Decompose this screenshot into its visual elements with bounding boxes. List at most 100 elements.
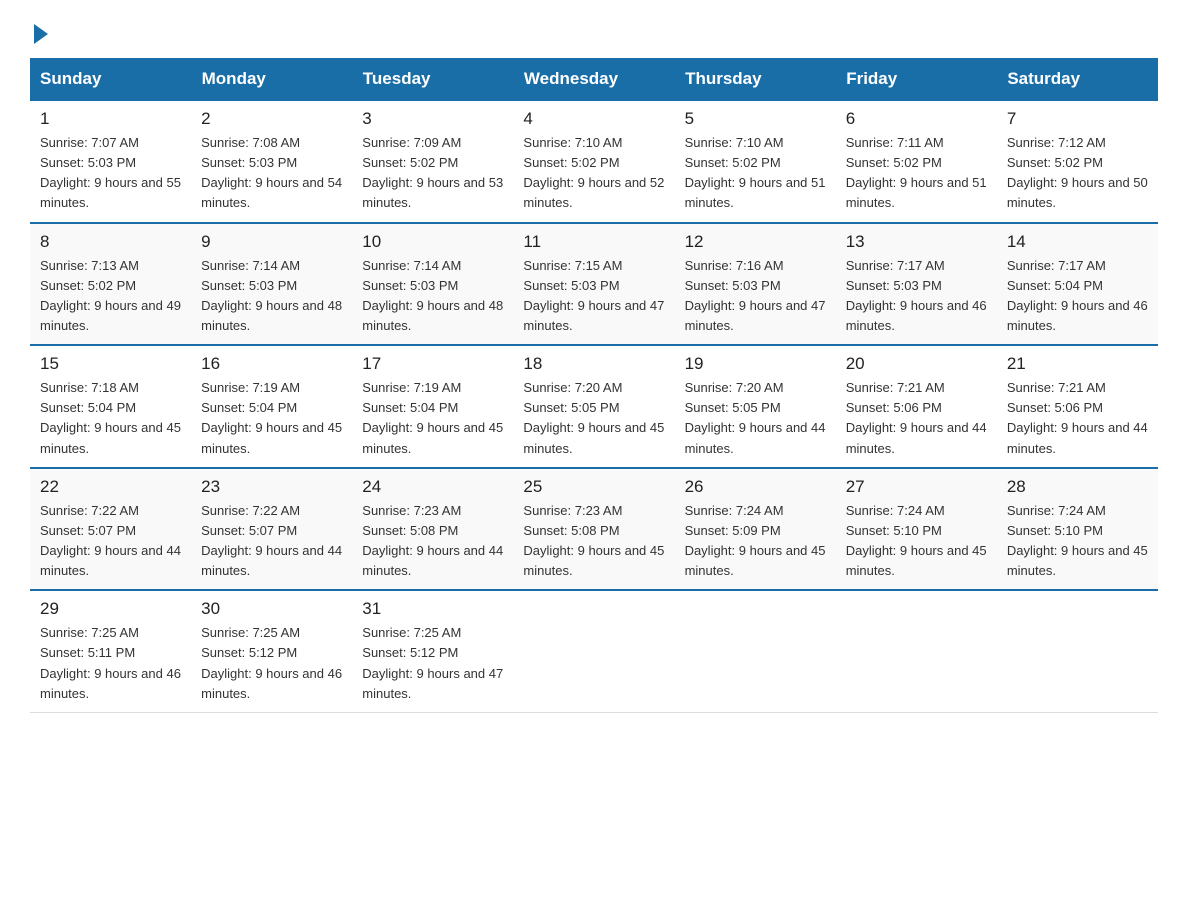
day-info: Sunrise: 7:09 AMSunset: 5:02 PMDaylight:… [362, 133, 503, 214]
calendar-week-row: 1Sunrise: 7:07 AMSunset: 5:03 PMDaylight… [30, 100, 1158, 223]
day-info: Sunrise: 7:25 AMSunset: 5:11 PMDaylight:… [40, 623, 181, 704]
day-info: Sunrise: 7:20 AMSunset: 5:05 PMDaylight:… [523, 378, 664, 459]
calendar-cell: 25 Sunrise: 7:23 AMSunset: 5:08 PMDayligh… [513, 468, 674, 591]
day-info: Sunrise: 7:24 AMSunset: 5:09 PMDaylight:… [685, 501, 826, 582]
calendar-week-row: 29Sunrise: 7:25 AMSunset: 5:11 PMDayligh… [30, 590, 1158, 712]
day-number: 18 [523, 354, 664, 374]
calendar-cell: 11 Sunrise: 7:15 AMSunset: 5:03 PMDayligh… [513, 223, 674, 346]
day-info: Sunrise: 7:10 AMSunset: 5:02 PMDaylight:… [685, 133, 826, 214]
day-info: Sunrise: 7:24 AMSunset: 5:10 PMDaylight:… [1007, 501, 1148, 582]
calendar-cell: 30Sunrise: 7:25 AMSunset: 5:12 PMDayligh… [191, 590, 352, 712]
day-number: 13 [846, 232, 987, 252]
calendar-cell [513, 590, 674, 712]
calendar-cell: 7Sunrise: 7:12 AMSunset: 5:02 PMDaylight… [997, 100, 1158, 223]
day-info: Sunrise: 7:20 AMSunset: 5:05 PMDaylight:… [685, 378, 826, 459]
day-info: Sunrise: 7:23 AMSunset: 5:08 PMDaylight:… [362, 501, 503, 582]
day-number: 16 [201, 354, 342, 374]
weekday-header-row: SundayMondayTuesdayWednesdayThursdayFrid… [30, 59, 1158, 101]
calendar-cell: 29Sunrise: 7:25 AMSunset: 5:11 PMDayligh… [30, 590, 191, 712]
day-info: Sunrise: 7:11 AMSunset: 5:02 PMDaylight:… [846, 133, 987, 214]
day-number: 25 [523, 477, 664, 497]
day-number: 21 [1007, 354, 1148, 374]
day-number: 22 [40, 477, 181, 497]
logo [30, 20, 48, 40]
day-number: 11 [523, 232, 664, 252]
day-info: Sunrise: 7:21 AMSunset: 5:06 PMDaylight:… [846, 378, 987, 459]
logo-arrow-icon [34, 24, 48, 44]
day-number: 15 [40, 354, 181, 374]
day-number: 9 [201, 232, 342, 252]
calendar-cell: 22 Sunrise: 7:22 AMSunset: 5:07 PMDayligh… [30, 468, 191, 591]
day-number: 20 [846, 354, 987, 374]
calendar-cell [997, 590, 1158, 712]
calendar-cell: 5Sunrise: 7:10 AMSunset: 5:02 PMDaylight… [675, 100, 836, 223]
weekday-header-thursday: Thursday [675, 59, 836, 101]
calendar-cell: 3Sunrise: 7:09 AMSunset: 5:02 PMDaylight… [352, 100, 513, 223]
calendar-week-row: 22 Sunrise: 7:22 AMSunset: 5:07 PMDayligh… [30, 468, 1158, 591]
calendar-cell: 21 Sunrise: 7:21 AMSunset: 5:06 PMDayligh… [997, 345, 1158, 468]
day-number: 31 [362, 599, 503, 619]
day-info: Sunrise: 7:19 AMSunset: 5:04 PMDaylight:… [201, 378, 342, 459]
day-info: Sunrise: 7:22 AMSunset: 5:07 PMDaylight:… [40, 501, 181, 582]
day-info: Sunrise: 7:12 AMSunset: 5:02 PMDaylight:… [1007, 133, 1148, 214]
calendar-cell: 31 Sunrise: 7:25 AMSunset: 5:12 PMDayligh… [352, 590, 513, 712]
day-number: 17 [362, 354, 503, 374]
weekday-header-wednesday: Wednesday [513, 59, 674, 101]
day-number: 2 [201, 109, 342, 129]
day-info: Sunrise: 7:10 AMSunset: 5:02 PMDaylight:… [523, 133, 664, 214]
page-header [30, 20, 1158, 40]
day-number: 14 [1007, 232, 1148, 252]
calendar-cell: 23 Sunrise: 7:22 AMSunset: 5:07 PMDayligh… [191, 468, 352, 591]
day-info: Sunrise: 7:16 AMSunset: 5:03 PMDaylight:… [685, 256, 826, 337]
calendar-cell [675, 590, 836, 712]
day-info: Sunrise: 7:15 AMSunset: 5:03 PMDaylight:… [523, 256, 664, 337]
day-info: Sunrise: 7:25 AMSunset: 5:12 PMDaylight:… [362, 623, 503, 704]
calendar-cell: 14 Sunrise: 7:17 AMSunset: 5:04 PMDayligh… [997, 223, 1158, 346]
day-number: 12 [685, 232, 826, 252]
calendar-cell: 13 Sunrise: 7:17 AMSunset: 5:03 PMDayligh… [836, 223, 997, 346]
calendar-cell: 10 Sunrise: 7:14 AMSunset: 5:03 PMDayligh… [352, 223, 513, 346]
calendar-table: SundayMondayTuesdayWednesdayThursdayFrid… [30, 58, 1158, 713]
day-info: Sunrise: 7:23 AMSunset: 5:08 PMDaylight:… [523, 501, 664, 582]
calendar-cell: 24 Sunrise: 7:23 AMSunset: 5:08 PMDayligh… [352, 468, 513, 591]
day-info: Sunrise: 7:24 AMSunset: 5:10 PMDaylight:… [846, 501, 987, 582]
calendar-cell: 15 Sunrise: 7:18 AMSunset: 5:04 PMDayligh… [30, 345, 191, 468]
day-number: 23 [201, 477, 342, 497]
calendar-cell: 8 Sunrise: 7:13 AMSunset: 5:02 PMDaylight… [30, 223, 191, 346]
day-number: 28 [1007, 477, 1148, 497]
day-info: Sunrise: 7:19 AMSunset: 5:04 PMDaylight:… [362, 378, 503, 459]
calendar-cell: 2Sunrise: 7:08 AMSunset: 5:03 PMDaylight… [191, 100, 352, 223]
calendar-cell: 4Sunrise: 7:10 AMSunset: 5:02 PMDaylight… [513, 100, 674, 223]
calendar-cell: 19Sunrise: 7:20 AMSunset: 5:05 PMDayligh… [675, 345, 836, 468]
weekday-header-saturday: Saturday [997, 59, 1158, 101]
calendar-cell: 6Sunrise: 7:11 AMSunset: 5:02 PMDaylight… [836, 100, 997, 223]
day-info: Sunrise: 7:14 AMSunset: 5:03 PMDaylight:… [362, 256, 503, 337]
day-number: 30 [201, 599, 342, 619]
day-number: 24 [362, 477, 503, 497]
day-number: 1 [40, 109, 181, 129]
calendar-week-row: 8 Sunrise: 7:13 AMSunset: 5:02 PMDaylight… [30, 223, 1158, 346]
day-info: Sunrise: 7:17 AMSunset: 5:03 PMDaylight:… [846, 256, 987, 337]
calendar-cell: 20 Sunrise: 7:21 AMSunset: 5:06 PMDayligh… [836, 345, 997, 468]
weekday-header-sunday: Sunday [30, 59, 191, 101]
weekday-header-tuesday: Tuesday [352, 59, 513, 101]
day-info: Sunrise: 7:13 AMSunset: 5:02 PMDaylight:… [40, 256, 181, 337]
day-info: Sunrise: 7:18 AMSunset: 5:04 PMDaylight:… [40, 378, 181, 459]
calendar-cell: 26 Sunrise: 7:24 AMSunset: 5:09 PMDayligh… [675, 468, 836, 591]
calendar-cell: 1Sunrise: 7:07 AMSunset: 5:03 PMDaylight… [30, 100, 191, 223]
calendar-week-row: 15 Sunrise: 7:18 AMSunset: 5:04 PMDayligh… [30, 345, 1158, 468]
day-number: 10 [362, 232, 503, 252]
day-info: Sunrise: 7:14 AMSunset: 5:03 PMDaylight:… [201, 256, 342, 337]
calendar-cell: 28 Sunrise: 7:24 AMSunset: 5:10 PMDayligh… [997, 468, 1158, 591]
day-number: 8 [40, 232, 181, 252]
day-info: Sunrise: 7:17 AMSunset: 5:04 PMDaylight:… [1007, 256, 1148, 337]
day-info: Sunrise: 7:21 AMSunset: 5:06 PMDaylight:… [1007, 378, 1148, 459]
calendar-cell: 16 Sunrise: 7:19 AMSunset: 5:04 PMDayligh… [191, 345, 352, 468]
calendar-cell: 9 Sunrise: 7:14 AMSunset: 5:03 PMDaylight… [191, 223, 352, 346]
weekday-header-monday: Monday [191, 59, 352, 101]
day-number: 26 [685, 477, 826, 497]
day-number: 27 [846, 477, 987, 497]
calendar-cell: 17 Sunrise: 7:19 AMSunset: 5:04 PMDayligh… [352, 345, 513, 468]
calendar-cell: 27 Sunrise: 7:24 AMSunset: 5:10 PMDayligh… [836, 468, 997, 591]
day-info: Sunrise: 7:22 AMSunset: 5:07 PMDaylight:… [201, 501, 342, 582]
